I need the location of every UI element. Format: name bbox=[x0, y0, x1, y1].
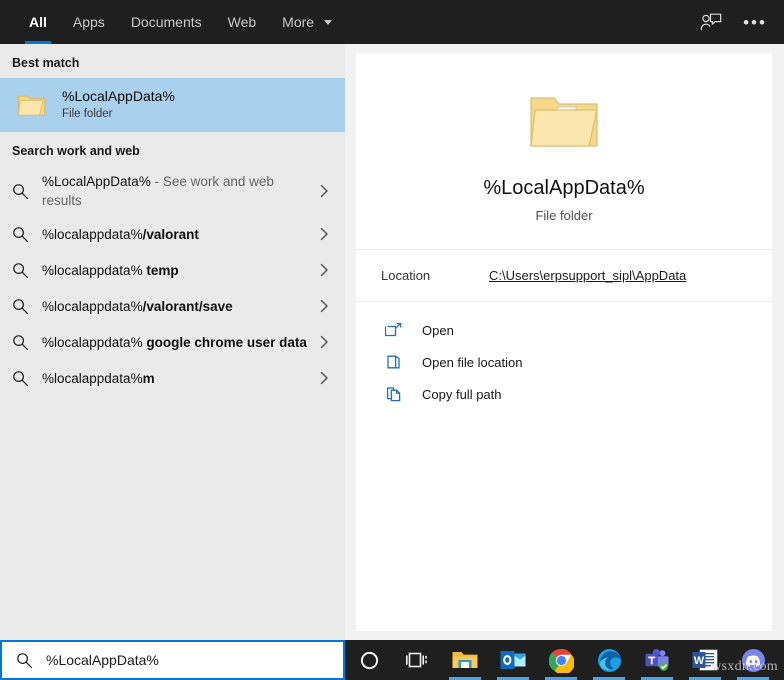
taskbar-item-cortana[interactable] bbox=[345, 640, 393, 680]
discord-icon bbox=[741, 648, 765, 672]
search-icon bbox=[2, 652, 46, 669]
search-icon bbox=[12, 226, 42, 243]
location-row: Location C:\Users\erpsupport_sipl\AppDat… bbox=[356, 250, 772, 302]
tab-documents-label: Documents bbox=[130, 14, 202, 30]
search-flyout-root: All Apps Documents Web More ••• Best mat… bbox=[0, 0, 784, 680]
action-copy-full-path-label: Copy full path bbox=[422, 386, 502, 402]
action-open-file-location-label: Open file location bbox=[422, 354, 523, 370]
search-icon bbox=[12, 298, 42, 315]
best-match-title: %LocalAppData% bbox=[62, 88, 175, 104]
taskbar-item-chrome[interactable] bbox=[537, 640, 585, 680]
word-icon: W bbox=[692, 649, 718, 671]
preview-actions: Open Open file location Copy full path bbox=[356, 302, 772, 410]
search-result-item[interactable]: %localappdata%/valorant/save bbox=[0, 288, 345, 324]
best-match-heading: Best match bbox=[12, 56, 80, 70]
tab-more-label: More bbox=[282, 14, 315, 30]
folder-icon bbox=[12, 92, 52, 118]
search-result-label: %localappdata%m bbox=[42, 370, 155, 386]
tab-bar-actions: ••• bbox=[698, 0, 784, 44]
action-copy-full-path[interactable]: Copy full path bbox=[356, 378, 772, 410]
open-external-icon bbox=[384, 320, 404, 340]
taskbar-item-word[interactable]: W bbox=[681, 640, 729, 680]
search-result-label: %localappdata% temp bbox=[42, 262, 179, 278]
taskbar-item-edge[interactable] bbox=[585, 640, 633, 680]
search-result-item[interactable]: %localappdata%/valorant bbox=[0, 216, 345, 252]
search-box[interactable] bbox=[0, 640, 345, 680]
open-folder-location-icon bbox=[384, 352, 404, 372]
copy-icon bbox=[384, 384, 404, 404]
tab-list: All Apps Documents Web More bbox=[0, 0, 345, 44]
action-open-label: Open bbox=[422, 322, 454, 338]
preview-title: %LocalAppData% bbox=[483, 177, 645, 199]
search-input[interactable] bbox=[46, 652, 343, 668]
taskbar-item-outlook[interactable] bbox=[489, 640, 537, 680]
search-result-label: %LocalAppData% - See work and web result… bbox=[42, 174, 274, 208]
search-result-item[interactable]: %localappdata% google chrome user data bbox=[0, 324, 345, 360]
tab-web[interactable]: Web bbox=[215, 0, 270, 44]
tab-documents[interactable]: Documents bbox=[118, 0, 215, 44]
chevron-down-icon bbox=[323, 19, 332, 25]
svg-text:W: W bbox=[694, 655, 705, 667]
tab-apps[interactable]: Apps bbox=[60, 0, 118, 44]
preview-pane: %LocalAppData% File folder Location C:\U… bbox=[356, 53, 772, 631]
search-result-item[interactable]: %LocalAppData% - See work and web result… bbox=[0, 166, 345, 216]
taskbar-item-discord[interactable] bbox=[729, 640, 777, 680]
outlook-icon bbox=[500, 651, 526, 669]
search-tab-bar: All Apps Documents Web More ••• bbox=[0, 0, 784, 44]
search-icon bbox=[12, 334, 42, 351]
chevron-right-icon[interactable] bbox=[313, 227, 335, 241]
search-icon bbox=[12, 183, 42, 200]
feedback-person-icon[interactable] bbox=[698, 9, 724, 35]
edge-icon bbox=[597, 648, 621, 672]
preview-hero: %LocalAppData% File folder bbox=[356, 53, 772, 250]
taskbar-item-task-view[interactable] bbox=[393, 640, 441, 680]
chevron-right-icon[interactable] bbox=[313, 263, 335, 277]
search-icon bbox=[12, 370, 42, 387]
cortana-icon bbox=[360, 651, 378, 669]
task-view-icon bbox=[406, 652, 427, 668]
chevron-right-icon[interactable] bbox=[313, 299, 335, 313]
best-match-text: %LocalAppData% File folder bbox=[52, 88, 175, 122]
location-label: Location bbox=[381, 268, 431, 283]
action-open[interactable]: Open bbox=[356, 314, 772, 346]
taskbar-item-teams[interactable] bbox=[633, 640, 681, 680]
search-icon bbox=[12, 262, 42, 279]
folder-icon bbox=[356, 83, 772, 161]
web-results-list: %LocalAppData% - See work and web result… bbox=[0, 166, 345, 396]
search-result-label: %localappdata%/valorant bbox=[42, 226, 199, 242]
preview-subtitle: File folder bbox=[535, 208, 593, 223]
taskbar: W wsxdn.com bbox=[345, 640, 784, 680]
search-result-label: %localappdata% google chrome user data bbox=[42, 334, 307, 350]
action-open-file-location[interactable]: Open file location bbox=[356, 346, 772, 378]
best-match-item[interactable]: %LocalAppData% File folder bbox=[0, 78, 345, 132]
teams-icon bbox=[645, 649, 669, 671]
tab-all-label: All bbox=[29, 14, 47, 30]
tab-apps-label: Apps bbox=[72, 14, 105, 30]
tab-web-label: Web bbox=[227, 14, 257, 30]
ellipsis-icon[interactable]: ••• bbox=[742, 9, 768, 35]
chevron-right-icon[interactable] bbox=[313, 335, 335, 349]
tab-all[interactable]: All bbox=[16, 0, 60, 44]
location-path-link[interactable]: C:\Users\erpsupport_sipl\AppData bbox=[489, 268, 686, 283]
tab-more[interactable]: More bbox=[269, 0, 345, 44]
search-result-label: %localappdata%/valorant/save bbox=[42, 298, 233, 314]
web-results-heading: Search work and web bbox=[12, 144, 140, 158]
chevron-right-icon[interactable] bbox=[313, 184, 335, 198]
search-result-item[interactable]: %localappdata%m bbox=[0, 360, 345, 396]
search-result-item[interactable]: %localappdata% temp bbox=[0, 252, 345, 288]
chrome-icon bbox=[548, 648, 574, 673]
best-match-subtitle: File folder bbox=[62, 108, 113, 120]
file-explorer-icon bbox=[452, 652, 478, 668]
taskbar-item-file-explorer[interactable] bbox=[441, 640, 489, 680]
chevron-right-icon[interactable] bbox=[313, 371, 335, 385]
results-pane: Best match %LocalAppData% File folder Se… bbox=[0, 44, 345, 640]
